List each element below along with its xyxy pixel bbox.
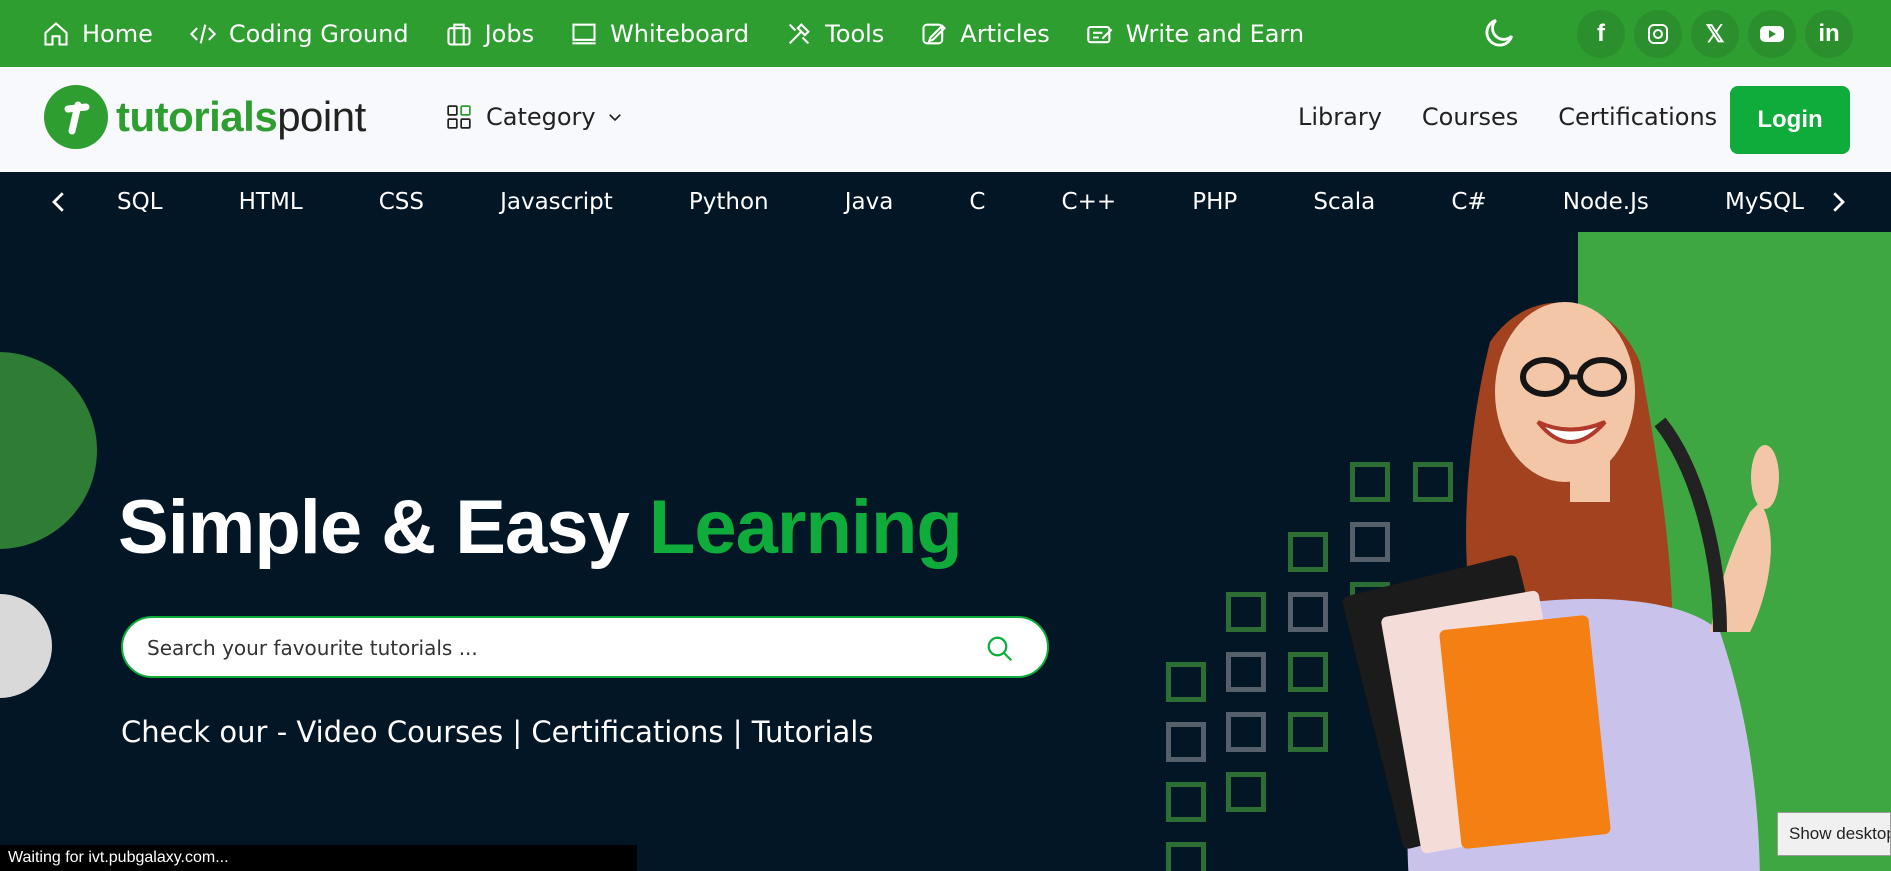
- hero-title-green: Learning: [648, 485, 963, 570]
- topnav-label: Jobs: [484, 19, 535, 48]
- topnav-articles[interactable]: Articles: [920, 20, 1050, 48]
- briefcase-icon: [447, 23, 471, 46]
- lang-item[interactable]: Node.Js: [1563, 172, 1649, 232]
- lang-item[interactable]: Java: [845, 172, 894, 232]
- topnav-label: Articles: [960, 19, 1050, 48]
- lang-item[interactable]: PHP: [1192, 172, 1237, 232]
- hero-title: Simple & Easy Learning: [118, 484, 963, 571]
- logo-mark: [44, 85, 108, 149]
- topnav-label: Coding Ground: [228, 19, 409, 48]
- lang-item[interactable]: C++: [1062, 172, 1117, 232]
- separator: |: [503, 715, 532, 749]
- grid-icon: [447, 105, 471, 129]
- search-icon[interactable]: [985, 634, 1015, 664]
- tools-icon: [789, 22, 810, 44]
- lang-item[interactable]: Python: [689, 172, 769, 232]
- moon-icon[interactable]: [1480, 14, 1518, 52]
- whiteboard-icon: [572, 23, 596, 44]
- hero-section: Simple & Easy Learning Check our - Video…: [0, 232, 1891, 871]
- check-prefix: Check our -: [121, 715, 297, 749]
- social-links: f 𝕏 in: [1577, 10, 1862, 58]
- logo-text: tutorialspoint: [116, 93, 366, 141]
- site-logo[interactable]: tutorialspoint: [44, 85, 366, 149]
- certifications-link[interactable]: Certifications: [1558, 103, 1717, 131]
- decor-circle-gray: [0, 594, 52, 698]
- chevron-down-icon: [608, 114, 621, 122]
- topnav-home[interactable]: Home: [42, 20, 153, 48]
- facebook-icon[interactable]: f: [1577, 10, 1625, 58]
- code-icon: [189, 23, 217, 44]
- lang-item[interactable]: SQL: [117, 172, 163, 232]
- instagram-icon[interactable]: [1634, 10, 1682, 58]
- search-box: [121, 616, 1049, 678]
- topnav-coding-ground[interactable]: Coding Ground: [189, 20, 409, 48]
- certifications-hero-link[interactable]: Certifications: [531, 715, 723, 749]
- topnav-write-and-earn[interactable]: Write and Earn: [1086, 20, 1304, 48]
- student-illustration: [1342, 302, 1779, 871]
- topnav-tools[interactable]: Tools: [785, 20, 884, 48]
- topnav-jobs[interactable]: Jobs: [445, 19, 535, 48]
- language-list: SQL HTML CSS Javascript Python Java C C+…: [82, 172, 1817, 232]
- topnav-label: Whiteboard: [610, 19, 750, 48]
- lang-item[interactable]: HTML: [239, 172, 303, 232]
- logo-text-part2: point: [277, 93, 366, 140]
- lang-item[interactable]: Scala: [1313, 172, 1375, 232]
- site-header: tutorialspoint Category Library Courses …: [0, 67, 1891, 172]
- search-input[interactable]: [147, 632, 947, 664]
- category-label: Category: [486, 103, 596, 131]
- topnav-label: Home: [82, 19, 153, 48]
- video-courses-link[interactable]: Video Courses: [296, 715, 503, 749]
- lang-item[interactable]: CSS: [379, 172, 424, 232]
- header-links: Library Courses Certifications: [1298, 103, 1757, 131]
- edit-icon: [922, 23, 947, 44]
- topnav-whiteboard[interactable]: Whiteboard: [570, 20, 749, 48]
- lang-item[interactable]: C: [969, 172, 985, 232]
- language-bar: SQL HTML CSS Javascript Python Java C C+…: [0, 172, 1891, 232]
- lang-item[interactable]: MySQL: [1725, 172, 1804, 232]
- home-icon: [44, 21, 68, 46]
- linkedin-icon[interactable]: in: [1805, 10, 1853, 58]
- topnav-label: Tools: [825, 19, 885, 48]
- pen-icon: [1087, 25, 1113, 43]
- courses-link[interactable]: Courses: [1422, 103, 1518, 131]
- x-icon[interactable]: 𝕏: [1691, 10, 1739, 58]
- separator: |: [723, 715, 752, 749]
- show-desktop-tooltip: Show desktop: [1777, 812, 1891, 856]
- top-nav: Home Coding Ground Jobs Whiteboard Tools…: [42, 20, 1340, 48]
- chevron-left-icon[interactable]: [44, 186, 74, 218]
- youtube-icon[interactable]: [1748, 10, 1796, 58]
- browser-status-bar: Waiting for ivt.pubgalaxy.com...: [0, 845, 637, 871]
- top-nav-bar: Home Coding Ground Jobs Whiteboard Tools…: [0, 0, 1891, 67]
- lang-item[interactable]: Javascript: [500, 172, 613, 232]
- lang-item[interactable]: C#: [1451, 172, 1486, 232]
- login-button[interactable]: Login: [1730, 86, 1850, 154]
- decor-circle-green: [0, 352, 97, 549]
- tutorials-link[interactable]: Tutorials: [752, 715, 874, 749]
- logo-text-part1: tutorials: [116, 93, 278, 140]
- check-links: Check our - Video Courses | Certificatio…: [121, 715, 873, 749]
- category-dropdown[interactable]: Category: [446, 103, 624, 131]
- chevron-right-icon[interactable]: [1823, 186, 1853, 218]
- hero-title-white: Simple & Easy: [118, 485, 649, 570]
- library-link[interactable]: Library: [1298, 103, 1382, 131]
- topnav-label: Write and Earn: [1125, 19, 1305, 48]
